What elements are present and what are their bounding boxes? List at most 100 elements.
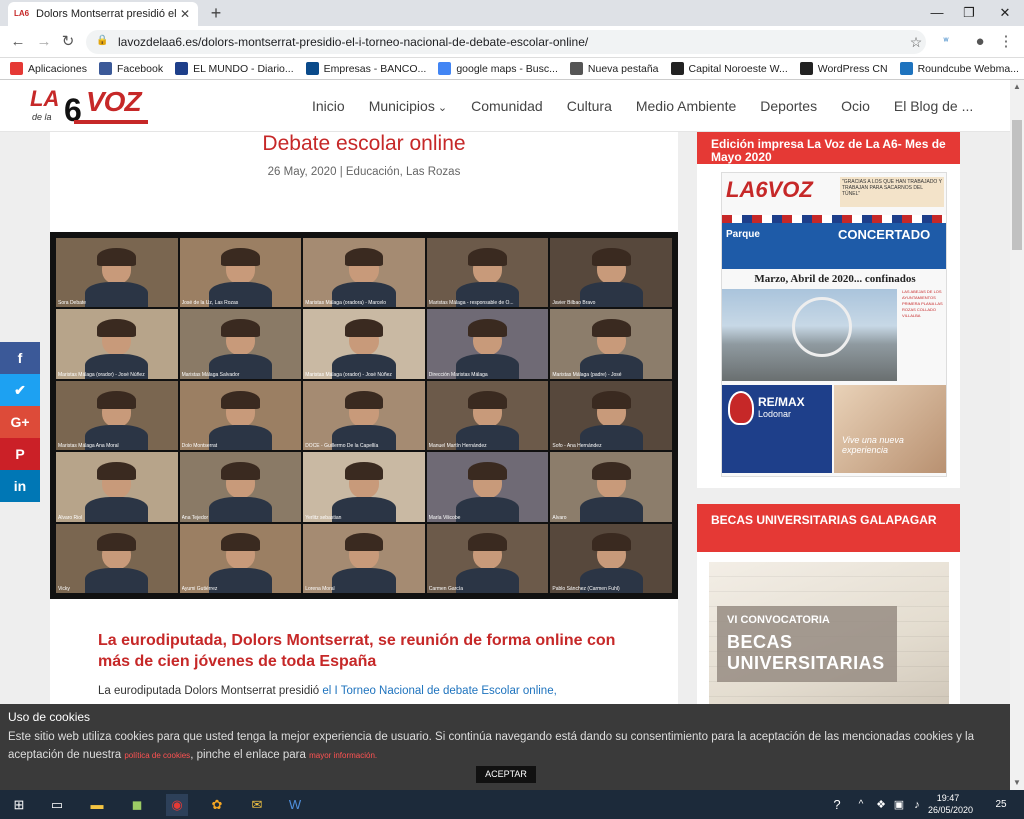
- participant-tile: María Vilicobe: [426, 452, 549, 522]
- menu-item[interactable]: Cultura: [567, 98, 612, 114]
- newspaper-masthead: LA6VOZ: [726, 177, 813, 202]
- logo-la: LA: [30, 86, 60, 111]
- bookmark-item[interactable]: Roundcube Webma...: [899, 62, 1019, 75]
- profile-avatar-icon[interactable]: ●: [970, 32, 990, 52]
- participant-name: Maristas Málaga Salvador: [181, 371, 240, 378]
- newspaper-ad-parque: Parque CONCERTADO: [722, 215, 946, 269]
- participant-name: Maristas Málaga (oradora) - Marcelo: [305, 300, 387, 307]
- store-icon[interactable]: ◼: [126, 794, 148, 816]
- volume-icon[interactable]: ♪: [906, 794, 928, 816]
- url-text: lavozdelaa6.es/dolors-montserrat-presidi…: [118, 35, 589, 49]
- menu-item-label: Comunidad: [471, 98, 543, 114]
- bookmark-label: Empresas - BANCO...: [323, 62, 427, 75]
- mail-folder-icon[interactable]: ✉: [246, 794, 268, 816]
- bookmark-item[interactable]: EL MUNDO - Diario...: [175, 62, 294, 75]
- bookmark-item[interactable]: Empresas - BANCO...: [305, 62, 427, 75]
- bookmark-item[interactable]: Capital Noroeste W...: [670, 62, 788, 75]
- scroll-up-icon[interactable]: ▲: [1010, 80, 1024, 94]
- menu-item[interactable]: Municipios ⌄: [369, 98, 447, 114]
- menu-item[interactable]: Inicio: [312, 98, 345, 114]
- bookmark-label: google maps - Busc...: [456, 62, 558, 75]
- system-clock[interactable]: 19:47 26/05/2020: [928, 792, 974, 816]
- cookie-policy-link[interactable]: política de cookies: [124, 751, 190, 760]
- menu-kebab-icon[interactable]: ⋮: [996, 32, 1016, 52]
- bookmark-item[interactable]: google maps - Busc...: [438, 62, 558, 75]
- file-explorer-icon[interactable]: ▬: [86, 794, 108, 816]
- back-arrow-icon[interactable]: ←: [8, 32, 28, 52]
- newspaper-headline: Marzo, Abril de 2020... confinados: [754, 273, 916, 285]
- help-icon[interactable]: ?: [826, 794, 848, 816]
- cookie-text: Este sitio web utiliza cookies para que …: [8, 728, 998, 765]
- category-link-educacion[interactable]: Educación: [346, 166, 400, 178]
- participant-tile: Álvaro Riol: [56, 452, 178, 522]
- tray-chevron-icon[interactable]: ^: [850, 794, 872, 816]
- participant-hair: [468, 533, 508, 552]
- task-view-icon[interactable]: ▭: [46, 794, 68, 816]
- clock-date: 26/05/2020: [928, 805, 974, 815]
- cookie-info-link[interactable]: mayor información.: [309, 751, 377, 760]
- ad-food-text: Vive una nueva experiencia: [842, 435, 904, 455]
- google-plus-icon[interactable]: G+: [0, 406, 40, 438]
- linkedin-icon[interactable]: in: [0, 470, 40, 502]
- print-edition-heading: Edición impresa La Voz de La A6- Mes de …: [697, 132, 960, 164]
- bookmark-label: Facebook: [116, 62, 164, 75]
- twitter-icon[interactable]: ✔: [0, 374, 40, 406]
- newspaper-cover-image[interactable]: LA6VOZ "GRACIAS A LOS QUE HAN TRABAJADO …: [721, 172, 947, 477]
- minimize-button[interactable]: —: [922, 3, 952, 23]
- forward-arrow-icon[interactable]: →: [34, 32, 54, 52]
- participant-name: Manuel Martín Hernández: [428, 443, 487, 450]
- participant-name: Álvaro: [552, 514, 567, 521]
- participant-hair: [97, 533, 137, 552]
- bookmark-label: Aplicaciones: [28, 62, 87, 75]
- menu-item[interactable]: El Blog de ...: [894, 98, 973, 114]
- page-scrollbar[interactable]: ▲ ▼: [1010, 80, 1024, 790]
- participant-tile: Maristas Málaga - responsable de O...: [426, 238, 549, 308]
- logo-underline: [74, 120, 148, 124]
- notification-center-icon[interactable]: 25: [990, 795, 1012, 815]
- menu-item-label: Inicio: [312, 98, 345, 114]
- browser-tab[interactable]: LA6 Dolors Montserrat presidió el I To ✕: [8, 2, 198, 26]
- participant-name: Sora Debate: [58, 300, 87, 307]
- new-tab-button[interactable]: +: [206, 3, 226, 23]
- close-tab-icon[interactable]: ✕: [178, 7, 192, 21]
- torneo-link[interactable]: el I Torneo Nacional de debate Escolar o…: [322, 685, 556, 697]
- accept-cookies-button[interactable]: ACEPTAR: [476, 766, 536, 783]
- participant-tile: Maristas Málaga Salvador: [179, 309, 302, 379]
- menu-item[interactable]: Ocio: [841, 98, 870, 114]
- participant-name: Álvaro Riol: [58, 514, 83, 521]
- bookmark-star-icon[interactable]: ☆: [906, 34, 926, 51]
- menu-item[interactable]: Medio Ambiente: [636, 98, 736, 114]
- participant-tile: Maristas Málaga (orador) - José Núñez: [303, 309, 425, 379]
- participant-name: Dirección Maristas Málaga: [428, 371, 488, 378]
- close-window-button[interactable]: ✕: [990, 3, 1020, 23]
- chrome-icon[interactable]: ◉: [166, 794, 188, 816]
- bookmark-item[interactable]: Aplicaciones: [10, 62, 87, 75]
- participant-tile: Álvaro: [550, 452, 672, 522]
- scroll-down-icon[interactable]: ▼: [1010, 776, 1024, 790]
- participant-name: Maristas Málaga (orador) - José Núñez: [305, 371, 392, 378]
- uk-flag-stripe: [722, 215, 946, 223]
- social-share-bar: f ✔ G+ Pin: [0, 342, 40, 502]
- menu-item[interactable]: Deportes: [760, 98, 817, 114]
- address-bar[interactable]: 🔒 lavozdelaa6.es/dolors-montserrat-presi…: [86, 30, 926, 54]
- word-icon[interactable]: W: [284, 794, 306, 816]
- video-call-image: Sora Debate José de la Uz, Las Rozas Maris…: [50, 232, 678, 599]
- becas-banner[interactable]: VI CONVOCATORIA BECAS UNIVERSITARIAS: [709, 562, 949, 704]
- restore-button[interactable]: ❐: [954, 3, 984, 23]
- bookmark-item[interactable]: Nueva pestaña: [569, 62, 659, 75]
- reload-icon[interactable]: ↻: [58, 32, 78, 52]
- bookmark-item[interactable]: Facebook: [98, 62, 164, 75]
- scroll-thumb[interactable]: [1012, 120, 1022, 250]
- pinterest-icon[interactable]: P: [0, 438, 40, 470]
- facebook-icon[interactable]: f: [0, 342, 40, 374]
- category-link-las-rozas[interactable]: Las Rozas: [406, 166, 460, 178]
- extension-icon[interactable]: ʷ: [936, 32, 956, 52]
- site-logo[interactable]: LA 6 VOZ de la: [30, 86, 150, 128]
- windows-start-icon[interactable]: ⊞: [8, 794, 30, 816]
- app-gear-icon[interactable]: ✿: [206, 794, 228, 816]
- bookmark-item[interactable]: WordPress CN: [799, 62, 888, 75]
- participant-name: Maristas Málaga Ana Moral: [58, 443, 119, 450]
- menu-item[interactable]: Comunidad: [471, 98, 543, 114]
- newspaper-ad-remax: RE/MAX Lodonar: [722, 385, 832, 473]
- participant-name: Ayumi Gutiérrez: [181, 586, 218, 592]
